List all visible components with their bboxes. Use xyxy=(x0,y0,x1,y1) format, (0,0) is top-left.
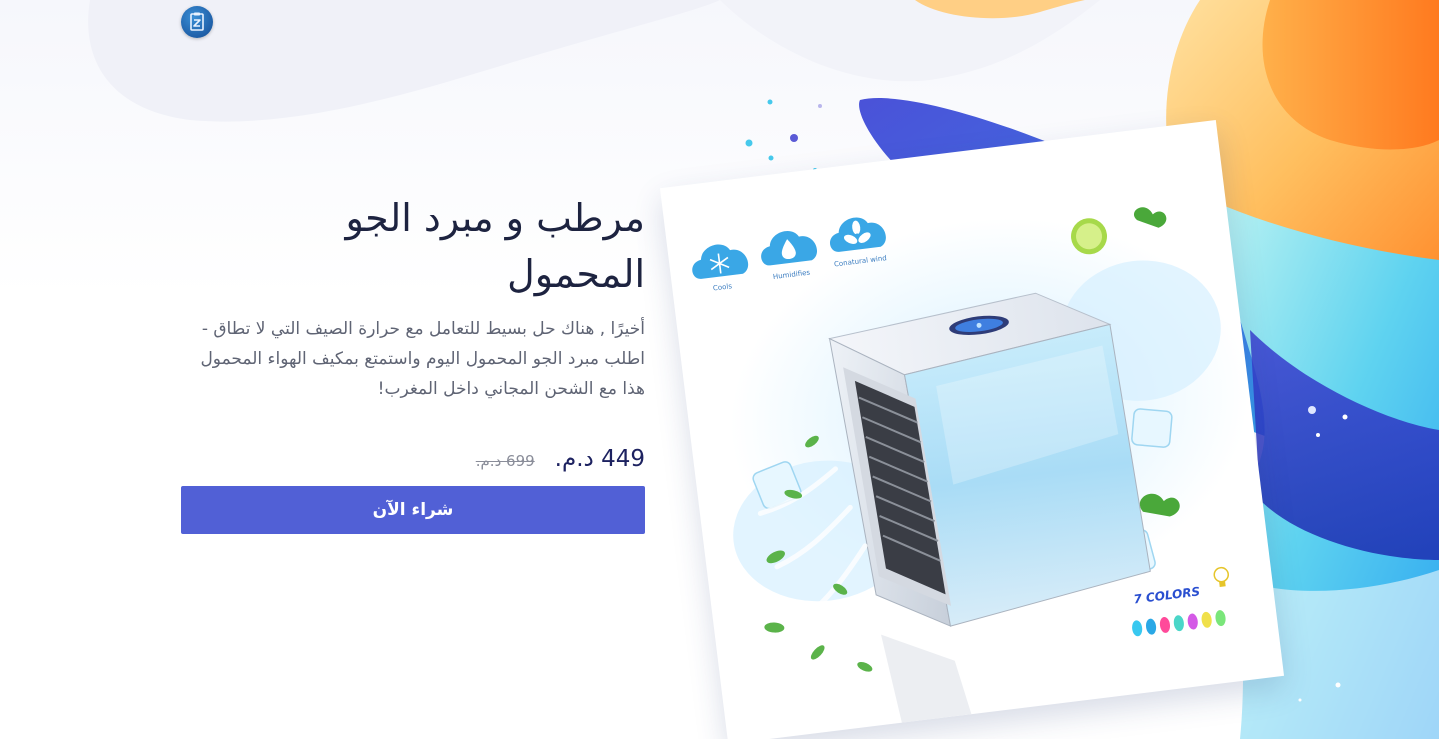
product-description: أخيرًا , هناك حل بسيط للتعامل مع حرارة ا… xyxy=(200,319,645,399)
feature-humidifies: Humidifies xyxy=(761,231,817,282)
air-cooler-body xyxy=(828,292,1151,627)
feature-wind: Conatural wind xyxy=(830,217,887,269)
buy-now-button[interactable]: شراء الآن xyxy=(181,486,645,534)
current-price: 449 د.م. xyxy=(554,446,645,472)
product-title: مرطب و مبرد الجو المحمول xyxy=(345,196,645,296)
seven-colors-label: 7 COLORS xyxy=(1133,584,1201,606)
product-image: Cools Humidifies Conatural wind 7 COLORS xyxy=(659,119,1285,739)
price-row: 449 د.م. 699 د.م. xyxy=(181,446,645,472)
air-cooler-illustration: Cools Humidifies Conatural wind 7 COLORS xyxy=(692,207,1249,723)
hero-section: مرطب و مبرد الجو المحمول أخيرًا , هناك ح… xyxy=(181,190,645,472)
seven-colors-badge: 7 COLORS xyxy=(1132,566,1229,637)
feature-cools: Cools xyxy=(692,244,748,292)
old-price: 699 د.م. xyxy=(475,452,535,470)
lightbulb-icon xyxy=(1213,566,1229,587)
site-logo[interactable] xyxy=(181,6,213,38)
landing-page: مرطب و مبرد الجو المحمول أخيرًا , هناك ح… xyxy=(0,0,1439,739)
feature-cools-label: Cools xyxy=(713,282,733,292)
z-box-logo-icon xyxy=(190,12,204,31)
feature-humidifies-label: Humidifies xyxy=(773,269,811,282)
